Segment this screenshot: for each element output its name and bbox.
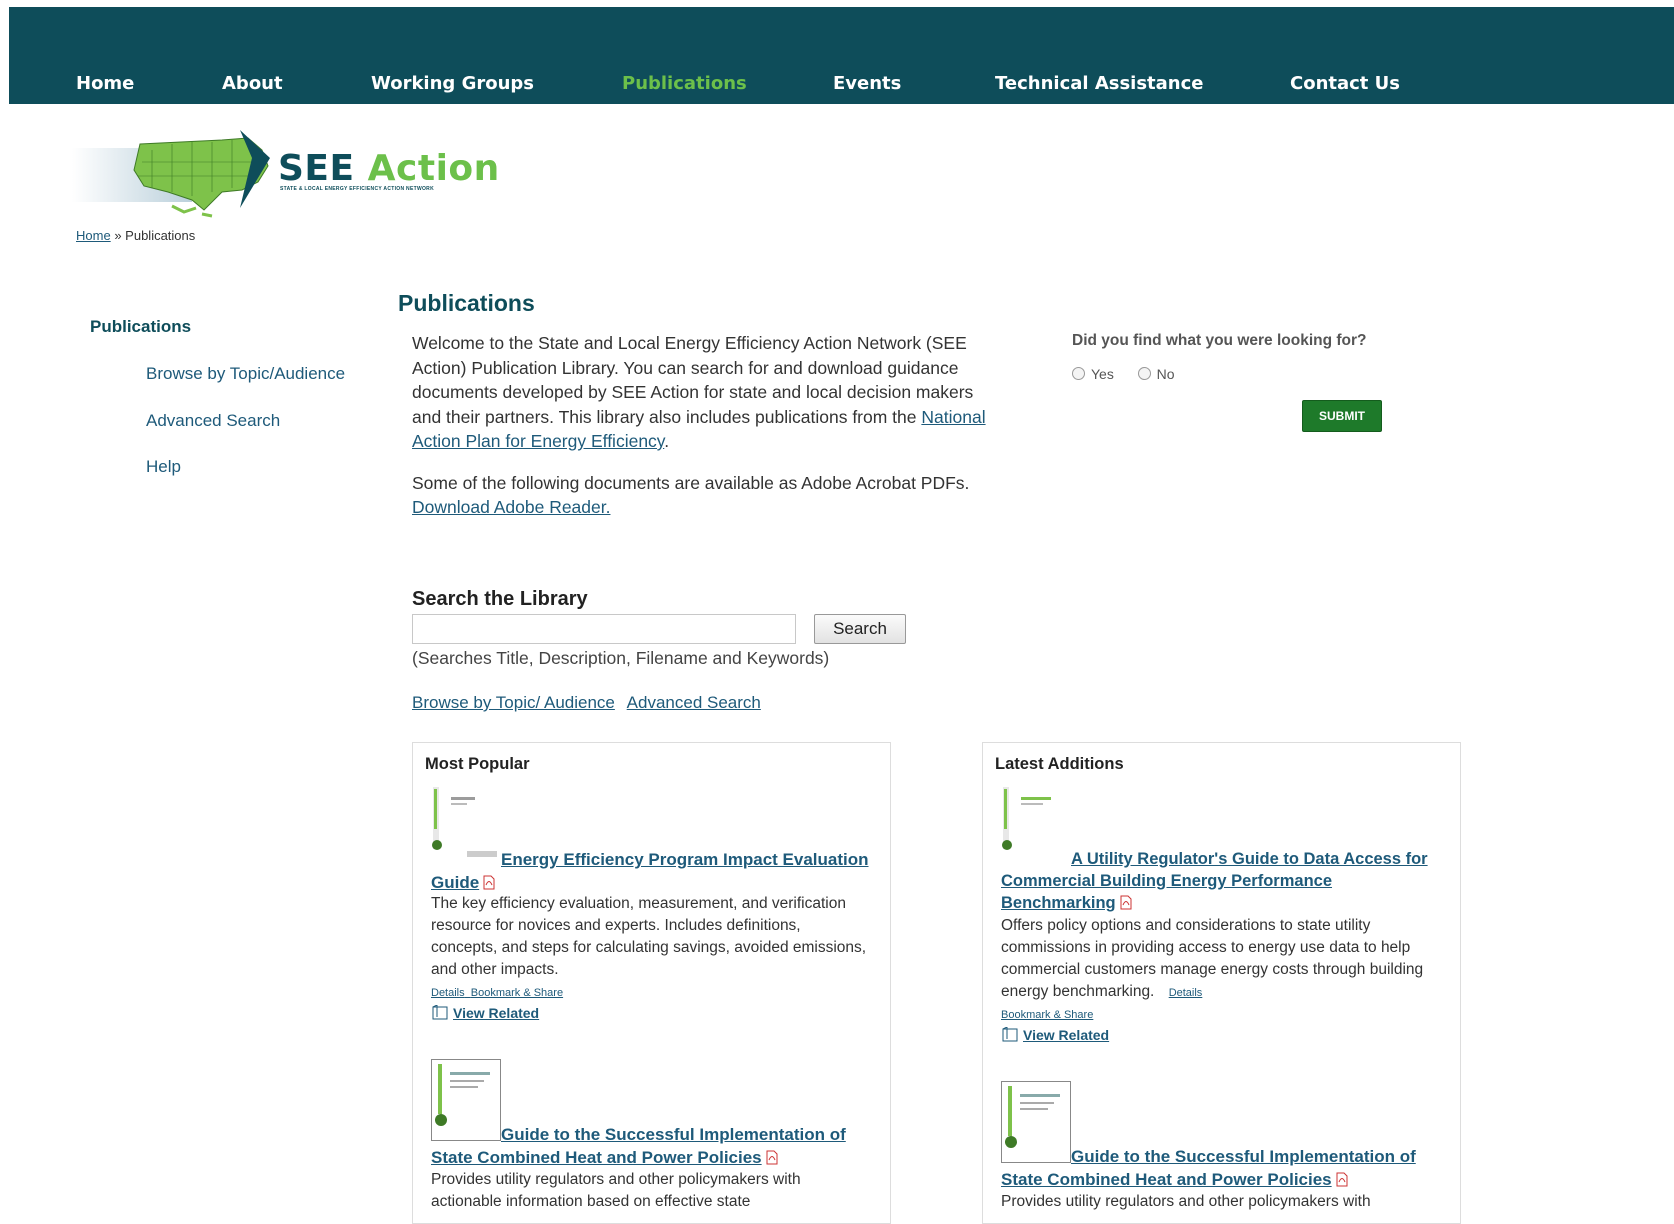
sidebar-link-help[interactable]: Help (146, 457, 181, 477)
radio-yes-label: Yes (1091, 366, 1114, 382)
intro-paragraph-1: Welcome to the State and Local Energy Ef… (412, 333, 986, 451)
view-related-link[interactable]: View Related (431, 1005, 539, 1021)
download-adobe-reader-link[interactable]: Download Adobe Reader. (412, 497, 610, 517)
logo-tagline: STATE & LOCAL ENERGY EFFICIENCY ACTION N… (280, 186, 434, 192)
nav-working-groups[interactable]: Working Groups (371, 73, 534, 94)
details-link[interactable]: Details (431, 987, 465, 999)
bookmark-share-link[interactable]: Bookmark & Share (1001, 1009, 1093, 1021)
pub-description: Offers policy options and considerations… (1001, 917, 1424, 1000)
breadcrumb-separator: » (114, 228, 122, 243)
pub-meta-links: Details Bookmark & Share (431, 987, 563, 999)
search-heading: Search the Library (412, 588, 588, 610)
nav-technical-assistance[interactable]: Technical Assistance (995, 73, 1204, 94)
view-related-icon (432, 1005, 448, 1020)
browse-topic-link[interactable]: Browse by Topic/ Audience (412, 693, 615, 712)
survey-question: Did you find what you were looking for? (1072, 332, 1367, 349)
nav-events[interactable]: Events (833, 73, 901, 94)
page-title: Publications (398, 290, 535, 316)
sidebar-link-advanced-search[interactable]: Advanced Search (146, 411, 280, 431)
pub-title-link[interactable]: Energy Efficiency Program Impact Evaluat… (431, 848, 871, 894)
radio-yes[interactable] (1072, 367, 1085, 380)
advanced-search-link[interactable]: Advanced Search (627, 693, 761, 712)
breadcrumb: Home » Publications (76, 228, 195, 243)
most-popular-box: Most Popular Energy Efficiency Program I… (412, 742, 891, 1224)
search-button[interactable]: Search (814, 614, 906, 644)
search-help-text: (Searches Title, Description, Filename a… (412, 648, 830, 668)
survey-options: Yes No (1072, 366, 1175, 382)
pdf-icon (483, 875, 495, 890)
submit-button[interactable]: SUBMIT (1302, 400, 1382, 432)
publication-thumbnail[interactable] (431, 787, 497, 857)
pub-title-link[interactable]: Guide to the Successful Implementation o… (1001, 1145, 1441, 1191)
nav-about[interactable]: About (222, 73, 283, 94)
logo-wordmark: SEE Action (278, 148, 500, 189)
search-input[interactable] (412, 614, 796, 644)
breadcrumb-current: Publications (125, 228, 196, 243)
pub-description: Provides utility regulators and other po… (431, 1171, 801, 1210)
nav-publications[interactable]: Publications (622, 73, 747, 94)
latest-additions-box: Latest Additions A Utility Regulator's G… (982, 742, 1461, 1224)
intro-text: Welcome to the State and Local Energy Ef… (412, 331, 1002, 537)
pdf-icon (1336, 1172, 1348, 1187)
nav-contact-us[interactable]: Contact Us (1290, 73, 1400, 94)
sidebar-link-browse[interactable]: Browse by Topic/Audience (146, 364, 345, 384)
top-nav-bar: Home About Working Groups Publications E… (9, 7, 1674, 104)
feedback-survey: Did you find what you were looking for? … (1072, 332, 1412, 432)
view-related-link[interactable]: View Related (1001, 1027, 1109, 1043)
latest-additions-title: Latest Additions (995, 755, 1124, 773)
pub-description: The key efficiency evaluation, measureme… (431, 895, 867, 978)
nav-home[interactable]: Home (76, 73, 134, 94)
pdf-icon (1120, 895, 1132, 910)
search-links: Browse by Topic/ Audience Advanced Searc… (412, 693, 769, 713)
radio-no[interactable] (1137, 367, 1151, 380)
view-related-icon (1002, 1027, 1018, 1042)
sidebar-title: Publications (90, 317, 192, 336)
radio-no-label: No (1156, 366, 1175, 382)
publication-thumbnail[interactable] (1001, 787, 1067, 857)
pdf-icon (766, 1150, 778, 1165)
pub-title-link[interactable]: Guide to the Successful Implementation o… (431, 1123, 871, 1169)
bookmark-share-link[interactable]: Bookmark & Share (471, 987, 563, 999)
pub-title-link[interactable]: A Utility Regulator's Guide to Data Acce… (1001, 848, 1446, 914)
breadcrumb-home-link[interactable]: Home (76, 228, 111, 243)
most-popular-title: Most Popular (425, 755, 530, 773)
details-link[interactable]: Details (1169, 987, 1203, 999)
intro-paragraph-2: Some of the following documents are avai… (412, 472, 970, 518)
